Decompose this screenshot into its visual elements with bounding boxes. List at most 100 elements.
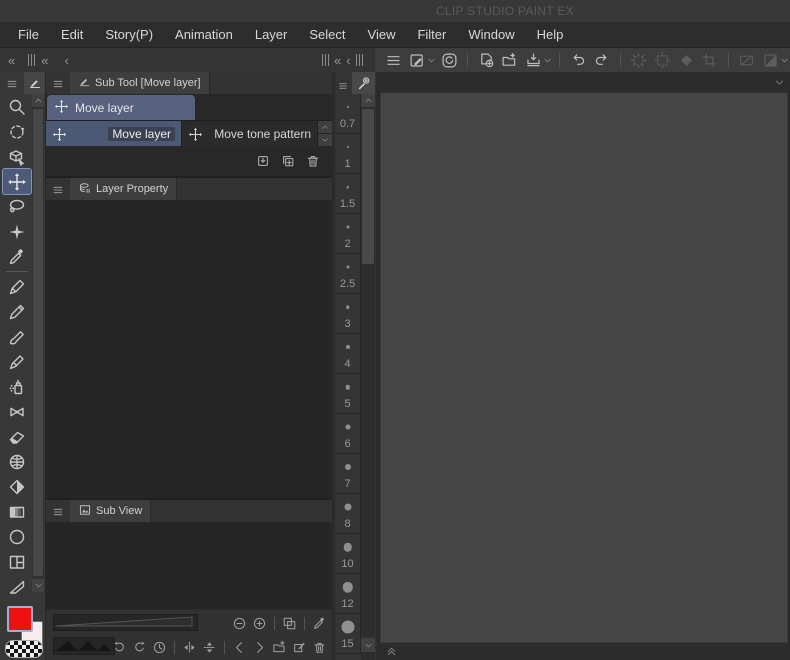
rotate-cw-button[interactable] — [130, 638, 149, 657]
brush-size-4[interactable]: 4 — [335, 334, 361, 374]
tool-eraser[interactable] — [3, 424, 31, 449]
foreground-color-swatch[interactable] — [7, 606, 33, 632]
main-menu-button[interactable] — [383, 50, 405, 70]
menu-window[interactable]: Window — [457, 27, 525, 42]
menu-file[interactable]: File — [7, 27, 50, 42]
subtool-item[interactable]: Move tone pattern — [182, 121, 318, 147]
tool-frame-border[interactable] — [3, 549, 31, 574]
expand-property-bar[interactable] — [774, 75, 785, 93]
menu-edit[interactable]: Edit — [50, 27, 94, 42]
tool-airbrush[interactable] — [3, 374, 31, 399]
menu-story-p[interactable]: Story(P) — [94, 27, 164, 42]
brush-size-12[interactable]: 12 — [335, 574, 361, 614]
layer-property-menu[interactable] — [52, 183, 64, 201]
delete-sub-tool-button[interactable] — [304, 152, 322, 170]
brush-scroll-up[interactable] — [361, 94, 375, 107]
brush-size-3[interactable]: 3 — [335, 294, 361, 334]
tool-marker[interactable] — [3, 349, 31, 374]
collapse-single-icon[interactable]: ‹ — [346, 54, 350, 67]
tool-brush[interactable] — [3, 324, 31, 349]
new-canvas-button[interactable] — [475, 50, 497, 70]
open-clip-studio-button[interactable] — [438, 50, 460, 70]
clear-selection-button[interactable] — [628, 50, 650, 70]
add-sub-tool-button[interactable] — [254, 152, 272, 170]
menu-animation[interactable]: Animation — [164, 27, 244, 42]
subtool-scroll-down[interactable] — [318, 134, 332, 146]
tool-fill[interactable] — [3, 474, 31, 499]
open-image-button[interactable] — [270, 638, 289, 657]
tool-move-view[interactable] — [3, 119, 31, 144]
collapse-double-icon[interactable]: « — [41, 54, 48, 67]
brush-size-15[interactable]: 15 — [335, 614, 361, 654]
tool-pencil[interactable] — [3, 299, 31, 324]
subtool-scroll-up[interactable] — [318, 121, 332, 133]
tool-auto-select[interactable] — [3, 219, 31, 244]
auto-switch-button[interactable] — [290, 638, 309, 657]
subtool-item[interactable]: Move layer — [46, 121, 182, 147]
menu-help[interactable]: Help — [526, 27, 575, 42]
brush-size-0.7[interactable]: 0.7 — [335, 94, 361, 134]
reselect-button[interactable] — [651, 50, 673, 70]
sub-view-tab[interactable]: Sub View — [70, 500, 151, 522]
fill-selection-button[interactable] — [675, 50, 697, 70]
tool-gradient[interactable] — [3, 499, 31, 524]
brush-size-scrollbar[interactable] — [361, 94, 375, 660]
tool-decoration[interactable] — [3, 399, 31, 424]
tool-correct-line[interactable] — [3, 574, 31, 599]
brush-size-7[interactable]: 7 — [335, 454, 361, 494]
sub-tool-tab[interactable]: Sub Tool [Move layer] — [70, 72, 210, 94]
menu-filter[interactable]: Filter — [406, 27, 457, 42]
expand-timeline[interactable] — [385, 644, 398, 660]
tool-switcher-dropdown[interactable] — [427, 56, 436, 65]
menu-view[interactable]: View — [357, 27, 407, 42]
brush-size-2.5[interactable]: 2.5 — [335, 254, 361, 294]
brush-scroll-down[interactable] — [361, 638, 375, 652]
brush-size-1[interactable]: 1 — [335, 134, 361, 174]
tool-palette-tab[interactable] — [24, 72, 45, 94]
zoom-out-button[interactable] — [230, 614, 249, 633]
flip-vertical-button[interactable] — [200, 638, 219, 657]
selection-border-button[interactable] — [759, 50, 781, 70]
menu-layer[interactable]: Layer — [244, 27, 299, 42]
tool-selection-area[interactable] — [3, 194, 31, 219]
tool-pen[interactable] — [3, 274, 31, 299]
brush-size-8[interactable]: 8 — [335, 494, 361, 534]
grip-icon[interactable] — [322, 54, 329, 66]
sub-tool-group-tab[interactable]: Move layer — [47, 95, 195, 120]
tool-eyedropper[interactable] — [3, 244, 31, 269]
brush-size-10[interactable]: 10 — [335, 534, 361, 574]
color-picker-button[interactable] — [310, 614, 329, 633]
tool-figure[interactable] — [3, 524, 31, 549]
rotate-ccw-button[interactable] — [110, 638, 129, 657]
brush-size-1.5[interactable]: 1.5 — [335, 174, 361, 214]
tool-scroll-up[interactable] — [32, 94, 44, 107]
transparent-color-swatch[interactable] — [5, 640, 43, 658]
fit-to-window-button[interactable] — [280, 614, 299, 633]
collapse-double-icon[interactable]: « — [334, 54, 341, 67]
collapse-double-icon[interactable]: « — [8, 54, 15, 67]
save-file-button[interactable] — [523, 50, 545, 70]
tool-scroll-down[interactable] — [32, 579, 44, 592]
tool-palette-menu[interactable] — [6, 77, 18, 95]
redo-button[interactable] — [591, 50, 613, 70]
selection-launcher-button[interactable] — [736, 50, 758, 70]
brush-size-5[interactable]: 5 — [335, 374, 361, 414]
selection-border-dropdown[interactable] — [780, 56, 789, 65]
grip-icon[interactable] — [356, 54, 363, 66]
reset-rotation-button[interactable] — [150, 638, 169, 657]
previous-image-button[interactable] — [230, 638, 249, 657]
save-file-dropdown[interactable] — [543, 56, 552, 65]
clear-image-button[interactable] — [310, 638, 329, 657]
layer-property-tab[interactable]: Layer Property — [70, 178, 177, 200]
tool-switcher-button[interactable] — [407, 50, 429, 70]
sub-tool-menu[interactable] — [52, 77, 64, 95]
tool-zoom[interactable] — [3, 94, 31, 119]
undo-button[interactable] — [567, 50, 589, 70]
menu-select[interactable]: Select — [298, 27, 356, 42]
next-image-button[interactable] — [250, 638, 269, 657]
zoom-in-button[interactable] — [250, 614, 269, 633]
collapse-single-icon[interactable]: ‹ — [64, 54, 68, 67]
duplicate-sub-tool-button[interactable] — [279, 152, 297, 170]
brush-size-tab[interactable] — [352, 72, 375, 94]
flip-horizontal-button[interactable] — [180, 638, 199, 657]
